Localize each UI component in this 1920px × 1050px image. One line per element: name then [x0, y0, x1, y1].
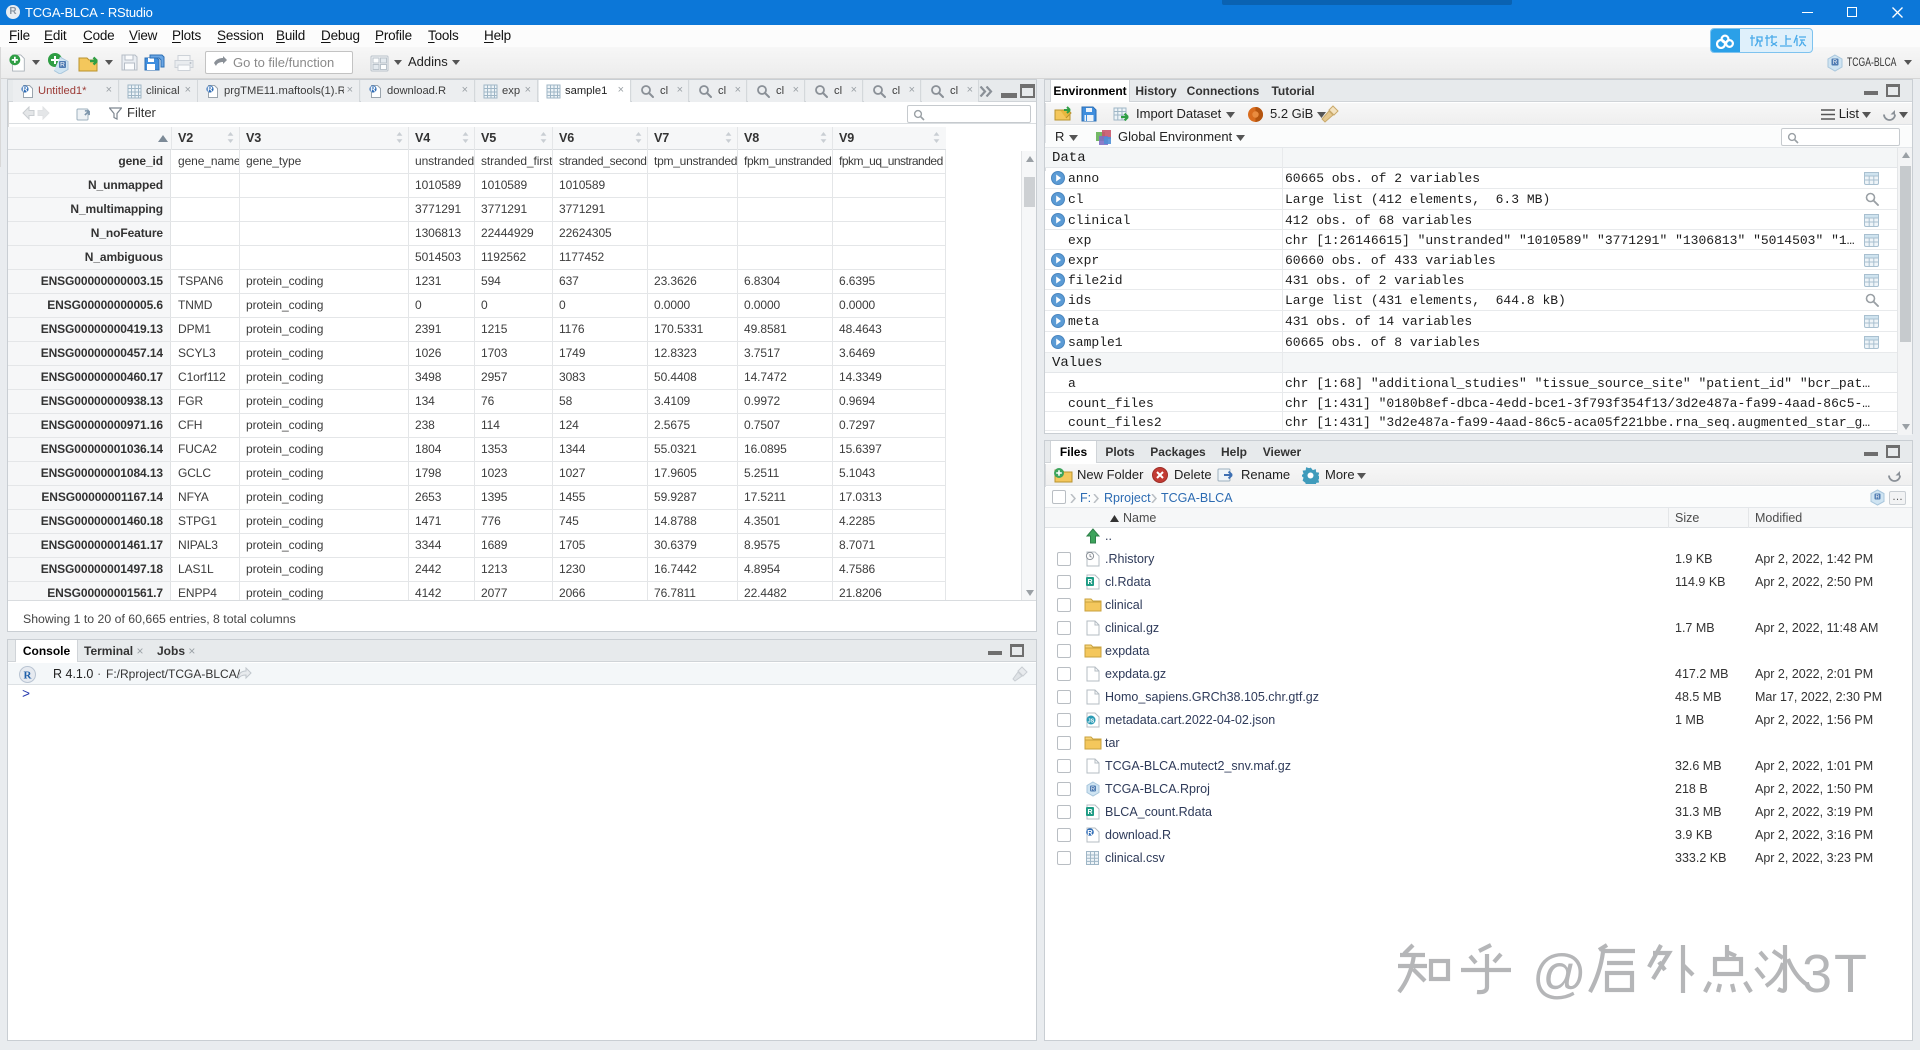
- svg-text:JS: JS: [1088, 719, 1095, 725]
- svg-text:R: R: [22, 85, 28, 94]
- svg-text:R: R: [24, 670, 33, 682]
- svg-text:R: R: [1087, 828, 1093, 837]
- svg-text:R: R: [1091, 786, 1095, 792]
- svg-text:@: @: [1532, 944, 1589, 1004]
- svg-text:R: R: [1833, 60, 1838, 66]
- svg-text:R: R: [1876, 494, 1880, 500]
- svg-text:R: R: [1087, 579, 1092, 586]
- svg-text:R: R: [207, 85, 213, 94]
- svg-text:R: R: [370, 85, 376, 94]
- svg-text:R: R: [60, 62, 65, 69]
- svg-text:3T: 3T: [1802, 944, 1869, 1004]
- svg-text:R: R: [1087, 809, 1092, 816]
